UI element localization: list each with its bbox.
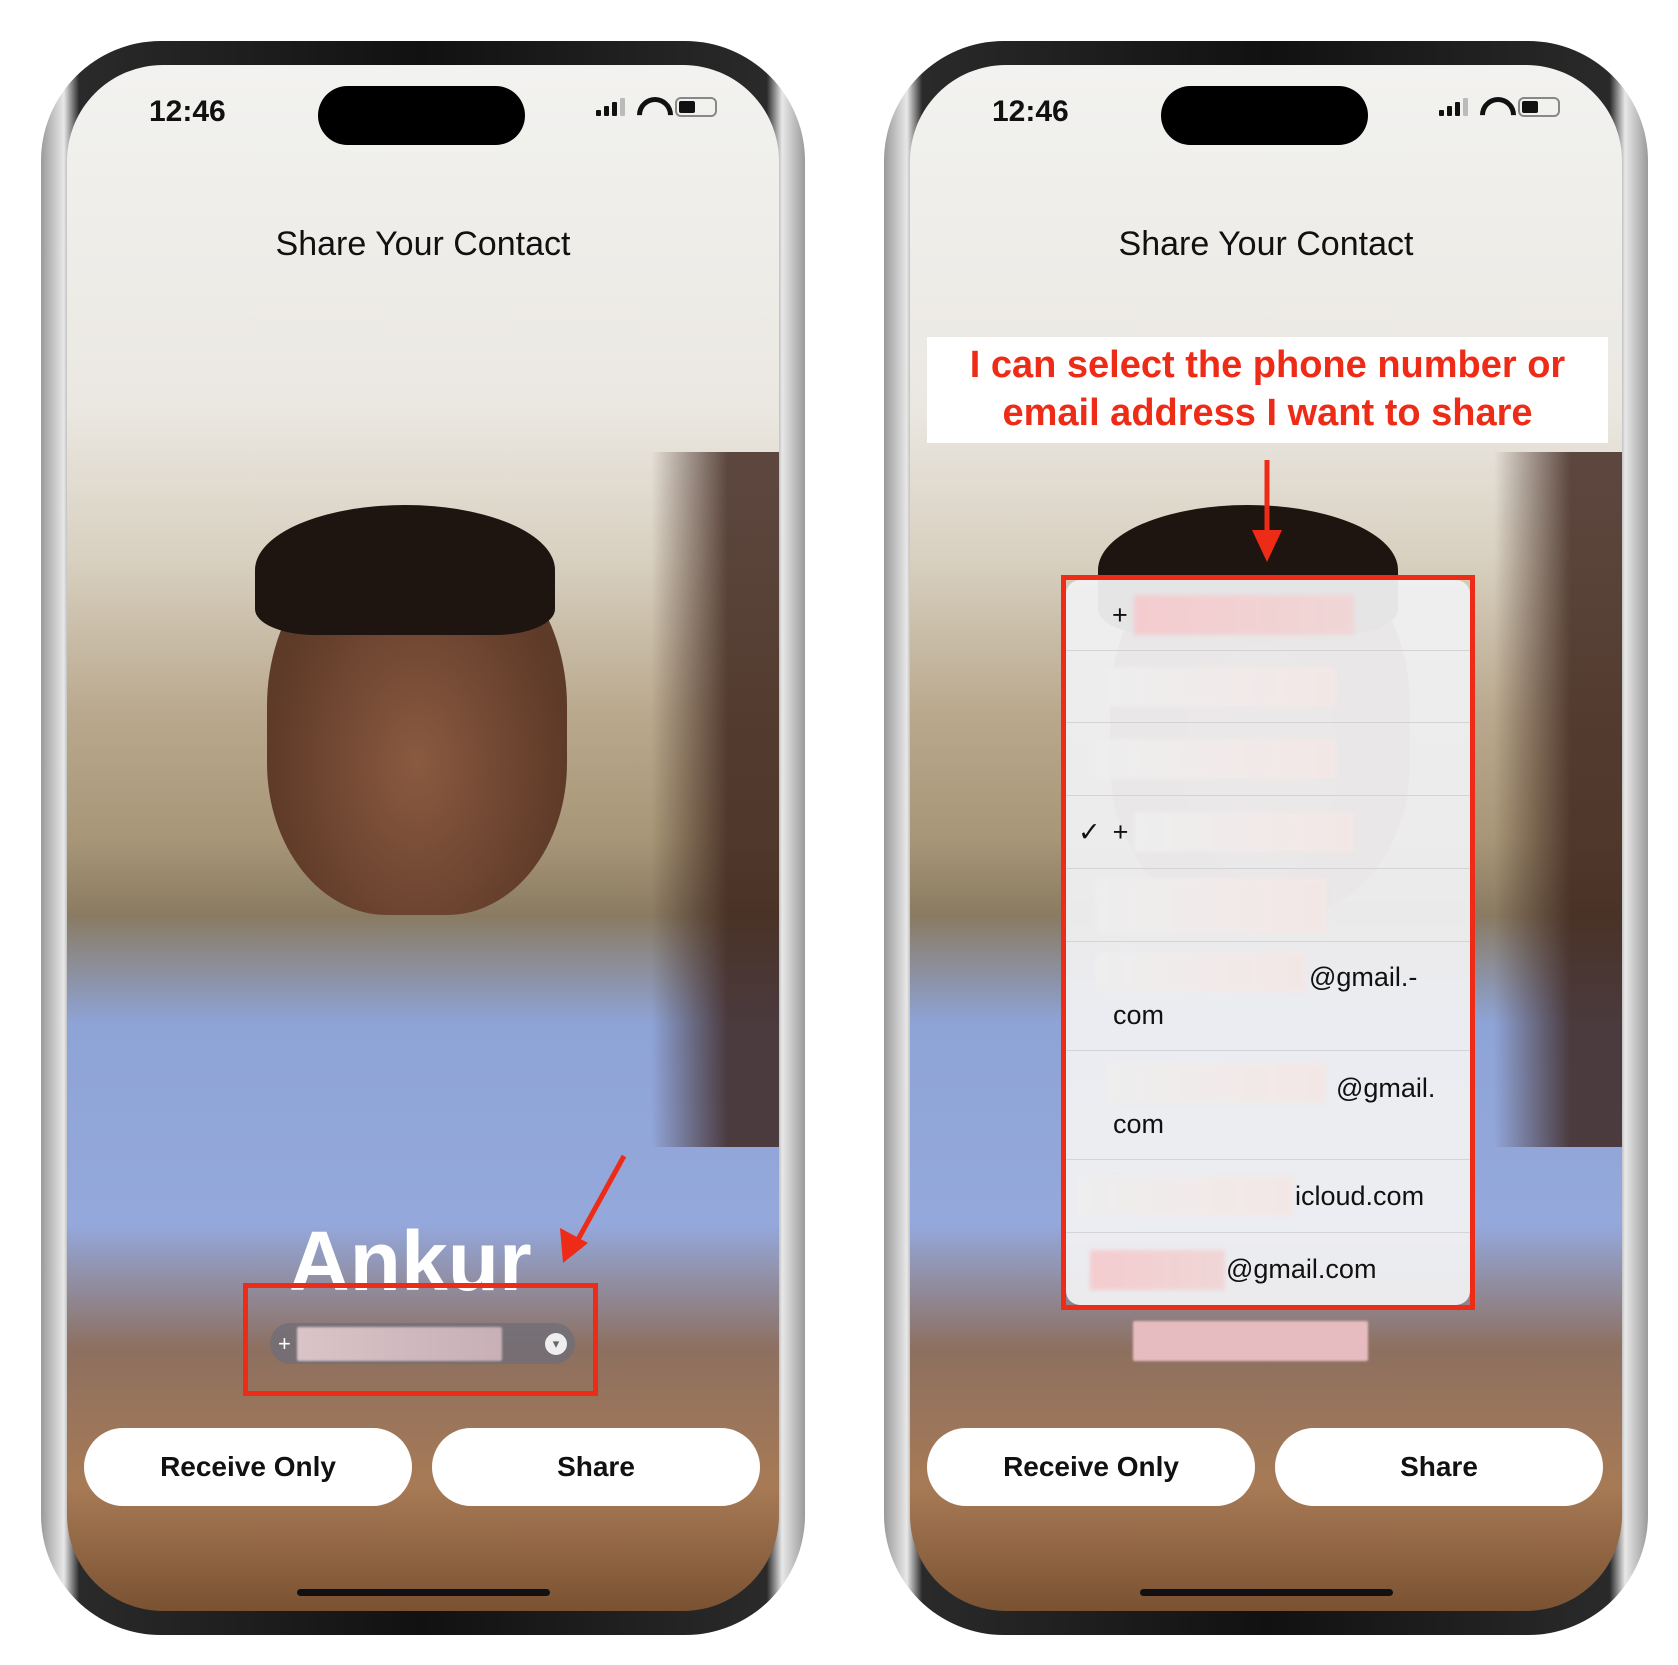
- annotation-callout: I can select the phone number or email a…: [927, 337, 1608, 443]
- annotation-arrows: [560, 460, 1282, 1263]
- arrow-to-selector: [560, 1154, 627, 1263]
- arrow-to-list: [1252, 460, 1282, 562]
